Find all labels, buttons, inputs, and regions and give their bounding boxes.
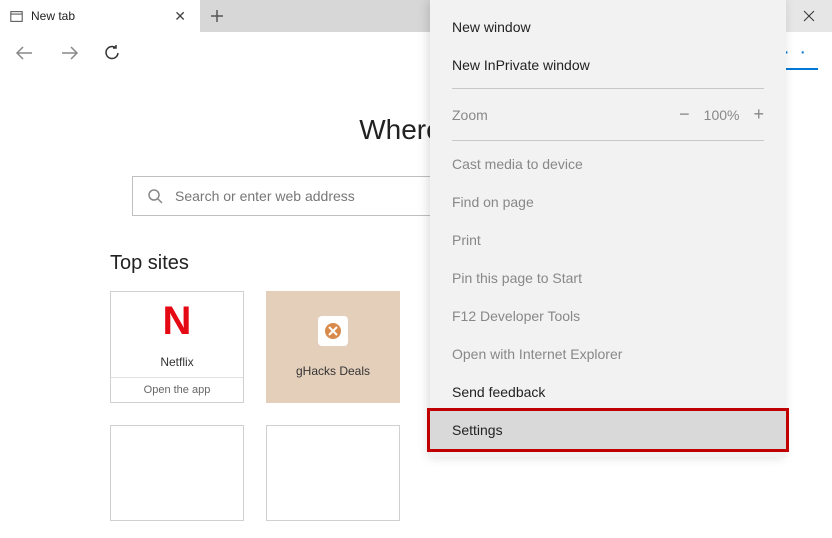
plus-icon bbox=[210, 9, 224, 23]
page-icon bbox=[10, 10, 23, 23]
refresh-button[interactable] bbox=[102, 43, 122, 63]
tile-empty[interactable] bbox=[266, 425, 400, 521]
tile-ghacks-deals[interactable]: gHacks Deals bbox=[266, 291, 400, 403]
close-tab-icon[interactable]: ✕ bbox=[170, 6, 190, 27]
menu-open-ie[interactable]: Open with Internet Explorer bbox=[430, 335, 786, 373]
arrow-right-icon bbox=[58, 42, 80, 64]
close-window-button[interactable] bbox=[786, 0, 832, 32]
search-placeholder: Search or enter web address bbox=[175, 188, 355, 204]
netflix-logo: N bbox=[163, 301, 192, 341]
new-tab-button[interactable] bbox=[200, 0, 234, 32]
open-app-button[interactable]: Open the app bbox=[111, 377, 243, 402]
menu-settings[interactable]: Settings bbox=[430, 411, 786, 449]
tile-empty[interactable] bbox=[110, 425, 244, 521]
zoom-in-button[interactable]: + bbox=[753, 104, 764, 125]
menu-new-window[interactable]: New window bbox=[430, 8, 786, 46]
menu-devtools[interactable]: F12 Developer Tools bbox=[430, 297, 786, 335]
browser-tab[interactable]: New tab ✕ bbox=[0, 0, 200, 32]
arrow-left-icon bbox=[14, 42, 36, 64]
tile-netflix[interactable]: N Netflix Open the app bbox=[110, 291, 244, 403]
tile-label: Netflix bbox=[160, 355, 193, 369]
ghacks-icon bbox=[318, 316, 348, 346]
menu-pin[interactable]: Pin this page to Start bbox=[430, 259, 786, 297]
menu-zoom: Zoom − 100% + bbox=[430, 93, 786, 136]
menu-new-inprivate[interactable]: New InPrivate window bbox=[430, 46, 786, 84]
more-menu: New window New InPrivate window Zoom − 1… bbox=[430, 0, 786, 457]
close-icon bbox=[803, 10, 815, 22]
zoom-value: 100% bbox=[704, 107, 740, 123]
tile-label: gHacks Deals bbox=[296, 364, 370, 378]
menu-feedback[interactable]: Send feedback bbox=[430, 373, 786, 411]
zoom-label: Zoom bbox=[452, 107, 488, 123]
zoom-out-button[interactable]: − bbox=[679, 104, 690, 125]
menu-separator bbox=[452, 140, 764, 141]
menu-print[interactable]: Print bbox=[430, 221, 786, 259]
forward-button[interactable] bbox=[58, 42, 80, 64]
tab-title: New tab bbox=[31, 9, 75, 23]
menu-cast[interactable]: Cast media to device bbox=[430, 145, 786, 183]
search-icon bbox=[147, 188, 163, 204]
menu-separator bbox=[452, 88, 764, 89]
back-button[interactable] bbox=[14, 42, 36, 64]
refresh-icon bbox=[102, 43, 122, 63]
menu-find[interactable]: Find on page bbox=[430, 183, 786, 221]
